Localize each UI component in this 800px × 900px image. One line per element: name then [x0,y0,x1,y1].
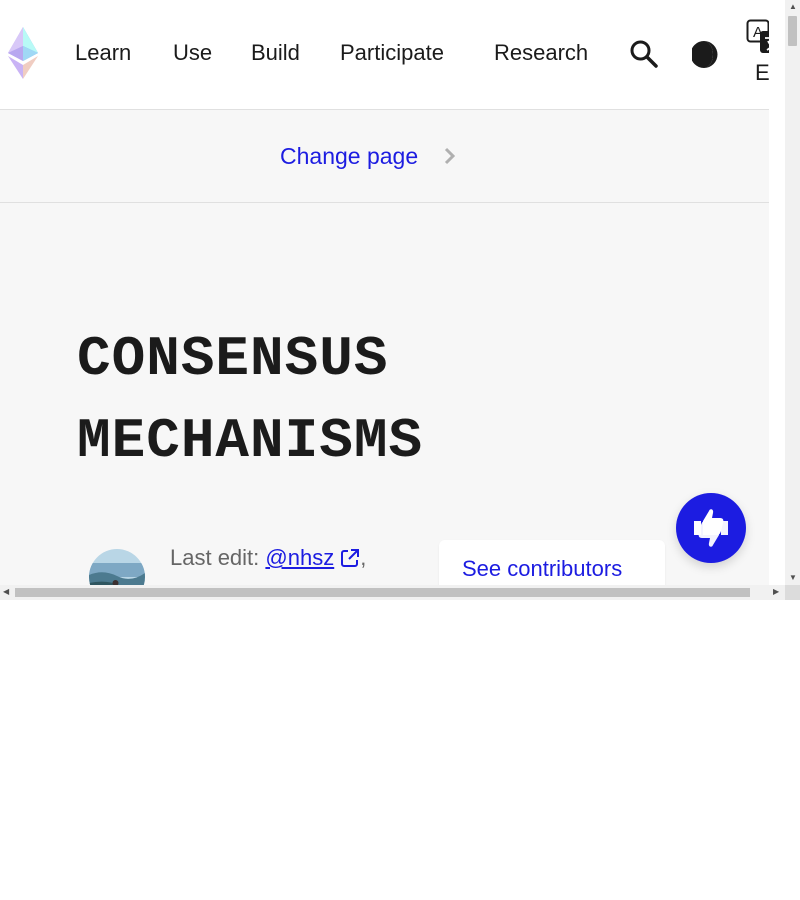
scrollbar-corner [785,585,800,600]
last-edit-label: Last edit: [170,545,260,570]
see-contributors-button[interactable]: See contributors [439,540,665,585]
nav-participate[interactable]: Participate [340,38,444,68]
site-header: Learn Use Build Participate Research A E… [0,0,769,110]
external-link-icon [341,549,360,567]
author-avatar [89,549,145,585]
chevron-right-icon[interactable] [443,146,457,166]
page-title-line-2: MECHANISMS [77,409,424,473]
ethereum-logo[interactable] [6,26,40,80]
author-separator: , [360,545,367,570]
dark-mode-icon[interactable] [692,40,718,69]
browser-viewport: Learn Use Build Participate Research A E… [0,0,800,600]
vertical-scroll-thumb[interactable] [788,16,797,46]
nav-learn[interactable]: Learn [75,38,131,68]
language-label[interactable]: EN [755,60,769,86]
translate-icon[interactable]: A [746,19,769,55]
thumbs-up-down-icon [694,509,728,547]
nav-use[interactable]: Use [173,38,212,68]
right-gutter [769,0,785,585]
horizontal-scroll-thumb[interactable] [15,588,750,597]
author-name[interactable]: @nhsz [265,545,334,570]
author-link[interactable]: @nhsz [265,545,334,570]
change-page-button[interactable]: Change page [280,140,418,172]
scroll-left-arrow-icon[interactable]: ◀ [3,587,9,597]
horizontal-scrollbar[interactable]: ◀ ▶ [0,585,785,600]
page-title-line-1: CONSENSUS [77,327,389,391]
vertical-scrollbar[interactable]: ▲ ▼ [785,0,800,585]
scroll-down-arrow-icon[interactable]: ▼ [789,573,797,583]
feedback-button[interactable] [676,493,746,563]
nav-research[interactable]: Research [494,38,588,68]
scroll-up-arrow-icon[interactable]: ▲ [789,2,797,12]
scroll-right-arrow-icon[interactable]: ▶ [773,587,779,597]
change-page-bar: Change page [0,110,769,203]
last-edit-info: Last edit: @nhsz , [170,543,366,573]
page-content: Learn Use Build Participate Research A E… [0,0,769,585]
search-icon[interactable] [629,39,659,69]
nav-build[interactable]: Build [251,38,300,68]
page-title: CONSENSUS MECHANISMS [77,318,597,482]
see-contributors-label: See contributors [462,556,623,581]
